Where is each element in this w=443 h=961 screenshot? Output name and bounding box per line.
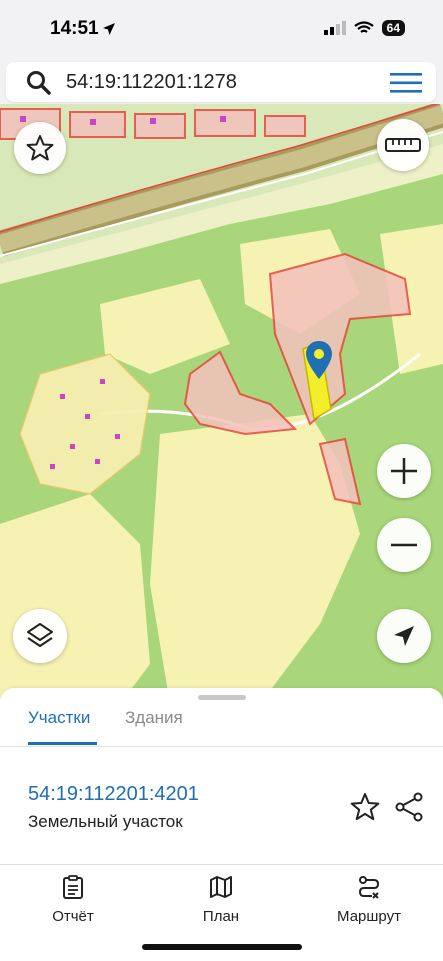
location-pin-icon[interactable]	[305, 340, 333, 380]
menu-icon[interactable]	[390, 71, 422, 95]
zoom-in-button[interactable]	[377, 444, 431, 498]
location-arrow-icon	[103, 23, 115, 35]
minus-icon	[391, 543, 417, 547]
layers-icon	[27, 623, 53, 647]
my-location-button[interactable]	[377, 609, 431, 663]
active-tab-indicator	[28, 742, 97, 745]
nav-plan-label: План	[202, 908, 240, 925]
ruler-icon	[385, 138, 421, 152]
home-indicator	[142, 944, 302, 950]
ruler-button[interactable]	[377, 119, 429, 171]
status-bar: 14:51 64	[0, 0, 443, 60]
parcel-sheet[interactable]: Участки Здания 54:19:112201:4201 Земельн…	[0, 688, 443, 868]
status-time: 14:51	[50, 18, 99, 39]
search-input[interactable]: 54:19:112201:1278	[66, 71, 237, 94]
navigation-arrow-icon	[394, 626, 414, 646]
nav-report[interactable]: Отчёт	[18, 875, 128, 925]
nav-plan[interactable]: План	[166, 875, 276, 925]
parcel-type: Земельный участок	[28, 812, 183, 831]
nav-route[interactable]: Маршрут	[314, 875, 424, 925]
tab-parcels[interactable]: Участки	[28, 708, 90, 728]
report-icon	[63, 875, 83, 899]
search-bar[interactable]: 54:19:112201:1278	[6, 62, 436, 102]
tab-buildings[interactable]: Здания	[125, 708, 183, 728]
plus-icon	[391, 458, 417, 484]
zoom-out-button[interactable]	[377, 518, 431, 572]
sheet-grabber[interactable]	[198, 695, 246, 700]
nav-report-label: Отчёт	[52, 908, 94, 925]
signal-icon	[323, 21, 346, 35]
favorite-star-icon[interactable]	[350, 792, 380, 822]
map-canvas[interactable]	[0, 104, 443, 704]
route-icon	[358, 876, 380, 899]
favorites-button[interactable]	[14, 122, 66, 174]
status-icons: 64	[323, 20, 405, 36]
star-icon	[26, 135, 54, 161]
layers-button[interactable]	[13, 609, 67, 663]
nav-route-label: Маршрут	[337, 908, 401, 925]
parcel-id-link[interactable]: 54:19:112201:4201	[28, 783, 199, 806]
battery-icon: 64	[381, 20, 405, 36]
search-icon[interactable]	[26, 70, 52, 96]
divider	[0, 746, 443, 747]
cadastral-map[interactable]	[0, 104, 443, 704]
share-icon[interactable]	[394, 792, 424, 822]
wifi-icon	[353, 21, 374, 33]
map-icon	[210, 876, 232, 898]
